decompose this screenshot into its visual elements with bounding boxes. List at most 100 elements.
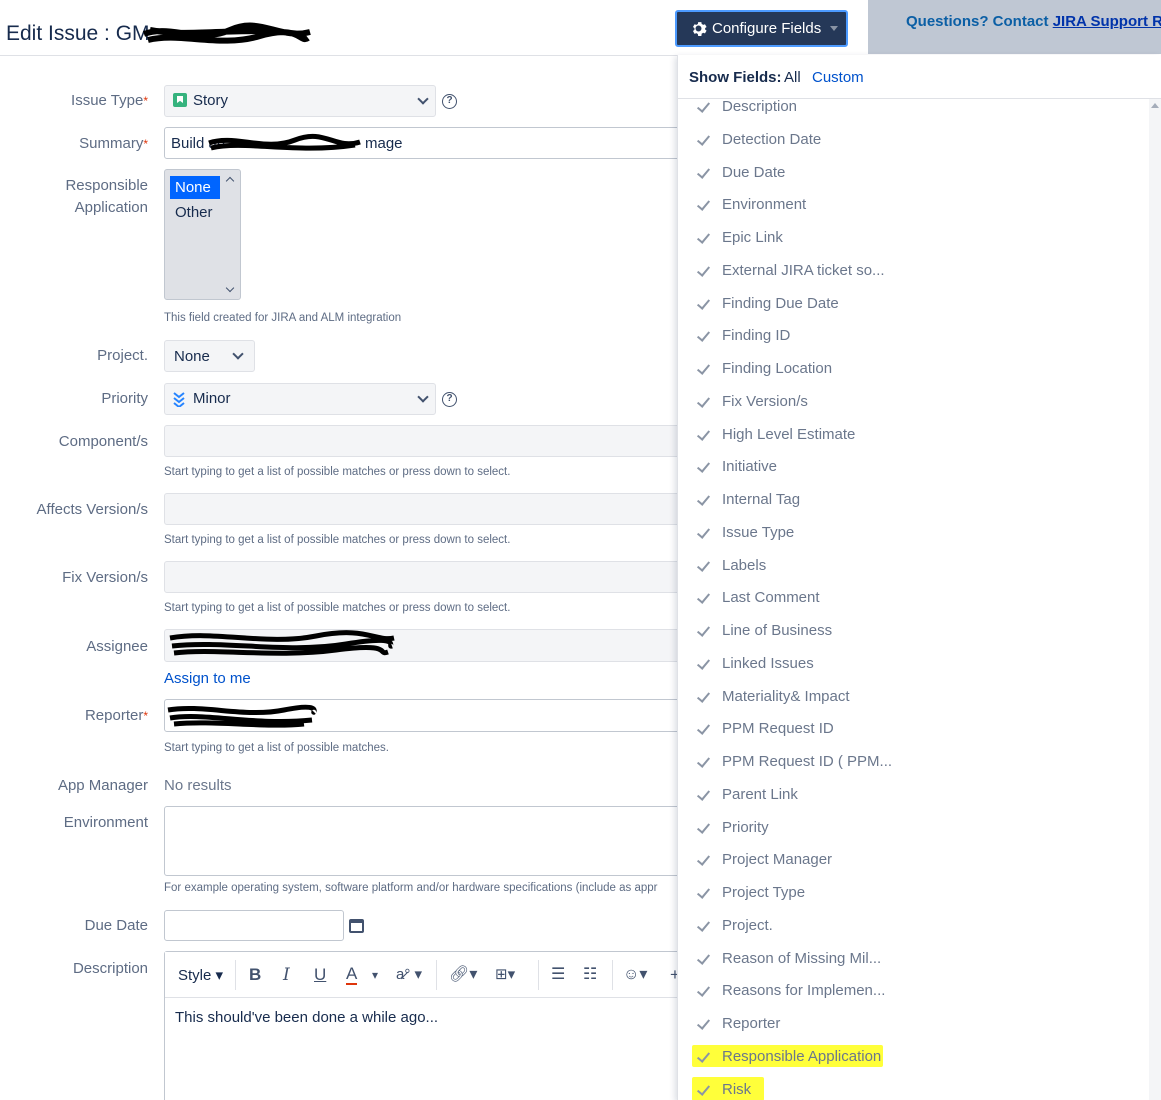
- fix-version-help: Start typing to get a list of possible m…: [164, 602, 511, 614]
- project-value: None: [174, 348, 210, 365]
- scroll-up-icon[interactable]: [225, 176, 235, 186]
- checkbox-checked-icon[interactable]: [696, 624, 710, 638]
- text-effects-icon[interactable]: a̷° ▾: [396, 964, 422, 986]
- checkbox-checked-icon[interactable]: [696, 952, 710, 966]
- checkbox-checked-icon[interactable]: [696, 100, 710, 114]
- field-option-label: Risk: [722, 1080, 752, 1098]
- checkbox-checked-icon[interactable]: [696, 821, 710, 835]
- checkbox-checked-icon[interactable]: [696, 755, 710, 769]
- checkbox-checked-icon[interactable]: [696, 1083, 710, 1097]
- underline-icon[interactable]: U: [314, 964, 326, 986]
- redaction-scribble: [142, 22, 311, 44]
- checkbox-checked-icon[interactable]: [696, 1017, 710, 1031]
- chevron-down-icon: [830, 26, 838, 31]
- app-manager-label: App Manager: [57, 777, 148, 794]
- due-date-input[interactable]: [164, 910, 344, 941]
- help-icon[interactable]: ?: [442, 94, 457, 109]
- field-option-label: Materiality& Impact: [722, 687, 850, 705]
- fix-version-label: Fix Version/s: [62, 569, 148, 586]
- affects-version-label: Affects Version/s: [36, 501, 148, 518]
- checkbox-checked-icon[interactable]: [696, 657, 710, 671]
- checkbox-checked-icon[interactable]: [696, 526, 710, 540]
- reporter-label: Reporter*: [84, 707, 148, 724]
- list-option-other[interactable]: Other: [170, 201, 220, 224]
- show-all-toggle[interactable]: All: [784, 69, 801, 86]
- checkbox-checked-icon[interactable]: [696, 428, 710, 442]
- checkbox-checked-icon[interactable]: [696, 395, 710, 409]
- show-fields-bar: Show Fields: All Custom: [678, 55, 1161, 99]
- field-option-label: Line of Business: [722, 622, 833, 639]
- description-text: This should've been done a while ago...: [175, 1009, 439, 1026]
- checkbox-checked-icon[interactable]: [696, 133, 710, 147]
- field-option-label: High Level Estimate: [722, 425, 856, 443]
- calendar-icon[interactable]: [349, 919, 364, 933]
- help-icon[interactable]: ?: [442, 392, 457, 407]
- description-editor[interactable]: Style ▾ B I U A ▾ a̷° ▾ 🔗︎▾ ⊞▾ ☰ ☷ ☺▾ + …: [164, 951, 684, 1100]
- italic-icon[interactable]: I: [283, 964, 290, 986]
- field-option-label: Project Manager: [722, 851, 833, 869]
- responsible-app-help: This field created for JIRA and ALM inte…: [164, 312, 402, 324]
- link-icon[interactable]: 🔗︎▾: [449, 964, 477, 986]
- panel-scrollbar[interactable]: [1149, 99, 1161, 1100]
- field-option-label: Detection Date: [722, 130, 822, 148]
- affects-version-input[interactable]: [164, 493, 694, 525]
- assign-to-me-link[interactable]: Assign to me: [164, 670, 251, 687]
- field-option-label: Description: [722, 98, 798, 115]
- checkbox-checked-icon[interactable]: [696, 886, 710, 900]
- chevron-down-icon[interactable]: ▾: [372, 964, 378, 986]
- checkbox-checked-icon[interactable]: [696, 722, 710, 736]
- checkbox-checked-icon[interactable]: [696, 493, 710, 507]
- checkbox-checked-icon[interactable]: [696, 591, 710, 605]
- checkbox-checked-icon[interactable]: [696, 919, 710, 933]
- field-option-label: PPM Request ID ( PPM...: [722, 753, 893, 770]
- checkbox-checked-icon[interactable]: [696, 788, 710, 802]
- components-input[interactable]: [164, 425, 694, 457]
- support-link[interactable]: JIRA Support Req: [1053, 13, 1161, 30]
- editor-toolbar: Style ▾ B I U A ▾ a̷° ▾ 🔗︎▾ ⊞▾ ☰ ☷ ☺▾ +: [165, 952, 683, 998]
- issue-type-label: Issue Type*: [71, 92, 148, 109]
- attachment-icon[interactable]: ⊞▾: [495, 964, 515, 986]
- checkbox-checked-icon[interactable]: [696, 853, 710, 867]
- checkbox-checked-icon[interactable]: [696, 559, 710, 573]
- field-option-label: Finding Location: [722, 360, 833, 377]
- scroll-down-icon[interactable]: [225, 283, 235, 293]
- field-option-label: Internal Tag: [722, 491, 801, 508]
- scroll-up-icon[interactable]: [1151, 103, 1159, 108]
- checkbox-checked-icon[interactable]: [696, 231, 710, 245]
- environment-textarea[interactable]: [164, 806, 694, 876]
- components-label: Component/s: [58, 433, 148, 450]
- bullet-list-icon[interactable]: ☰: [551, 964, 565, 986]
- bold-icon[interactable]: B: [249, 964, 261, 986]
- field-option-label: Labels: [722, 556, 767, 574]
- responsible-app-listbox[interactable]: None Other: [164, 169, 241, 300]
- list-option-none[interactable]: None: [170, 176, 220, 199]
- checkbox-checked-icon[interactable]: [696, 198, 710, 212]
- field-option-label: Priority: [722, 818, 769, 836]
- checkbox-checked-icon[interactable]: [696, 329, 710, 343]
- show-custom-toggle[interactable]: Custom: [812, 69, 864, 86]
- configure-fields-panel: Show Fields: All Custom Description Detec…: [677, 55, 1161, 1100]
- page-title: Edit Issue : GM: [6, 22, 150, 45]
- numbered-list-icon[interactable]: ☷: [583, 964, 597, 986]
- checkbox-checked-icon[interactable]: [696, 690, 710, 704]
- checkbox-checked-icon[interactable]: [696, 1050, 710, 1064]
- fix-version-input[interactable]: [164, 561, 694, 593]
- checkbox-checked-icon[interactable]: [696, 362, 710, 376]
- checkbox-checked-icon[interactable]: [696, 297, 710, 311]
- assignee-label: Assignee: [86, 638, 148, 655]
- checkbox-checked-icon[interactable]: [696, 166, 710, 180]
- field-option-label: Fix Version/s: [722, 392, 808, 410]
- environment-label: Environment: [63, 814, 148, 831]
- field-option-label: Responsible Application: [722, 1047, 882, 1065]
- checkbox-checked-icon[interactable]: [696, 460, 710, 474]
- redaction-scribble: [167, 704, 317, 728]
- text-color-icon[interactable]: A: [346, 964, 358, 985]
- field-option-label: Finding ID: [722, 327, 791, 345]
- style-dropdown[interactable]: Style ▾: [178, 966, 223, 984]
- emoji-icon[interactable]: ☺▾: [623, 964, 647, 986]
- configure-fields-button[interactable]: Configure Fields: [675, 10, 848, 47]
- checkbox-checked-icon[interactable]: [696, 984, 710, 998]
- field-option-label: Issue Type: [722, 523, 795, 541]
- checkbox-checked-icon[interactable]: [696, 264, 710, 278]
- field-option-label: PPM Request ID: [722, 720, 834, 738]
